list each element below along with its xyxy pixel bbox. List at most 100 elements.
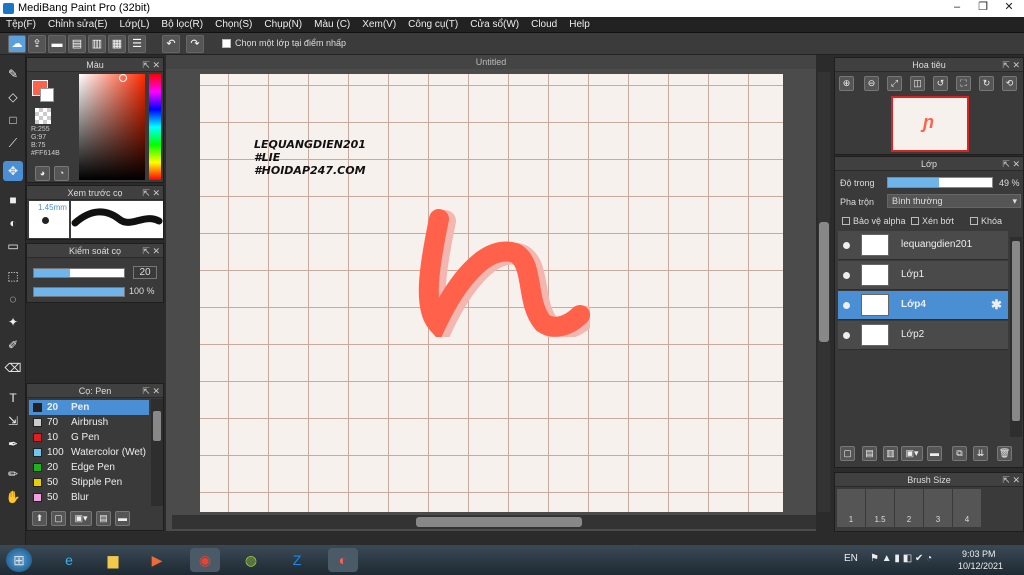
navigator-thumbnail[interactable]: ɲ <box>891 96 969 152</box>
layer-settings-gear-icon[interactable]: ✱ <box>991 297 1002 313</box>
fit-window-icon[interactable]: ⛶ <box>956 76 971 91</box>
select-layer-checkbox[interactable] <box>222 39 231 48</box>
brush-item-edge-pen[interactable]: 20 Edge Pen <box>29 460 149 475</box>
layer-row-selected[interactable]: Lớp4 ✱ <box>838 291 1008 320</box>
pen-icon[interactable]: ✏ <box>3 464 23 484</box>
dot-tool-icon[interactable]: ⟋ <box>3 133 23 153</box>
actual-size-icon[interactable]: ◫ <box>910 76 925 91</box>
new-halftone-layer-icon[interactable]: ▥ <box>883 446 898 461</box>
coccoc-icon[interactable]: ◍ <box>236 548 266 572</box>
comment-icon[interactable]: ▬ <box>48 35 66 53</box>
menu-help[interactable]: Help <box>563 17 596 32</box>
panel-popout-icon[interactable]: ⇱ ✕ <box>1002 473 1020 487</box>
page-icon[interactable]: ▤ <box>68 35 86 53</box>
visibility-eye-icon[interactable] <box>843 242 850 249</box>
brush-item-watercolor[interactable]: 100 Watercolor (Wet) <box>29 445 149 460</box>
add-brush-icon[interactable]: ⬆ <box>32 511 47 526</box>
brush-item-stipple-pen[interactable]: 50 Stipple Pen <box>29 475 149 490</box>
blend-mode-select[interactable]: Bình thường ▾ <box>887 194 1021 208</box>
menu-view[interactable]: Xem(V) <box>356 17 402 32</box>
select-pen-icon[interactable]: ✐ <box>3 335 23 355</box>
picker-cursor[interactable] <box>119 74 127 82</box>
menu-color[interactable]: Màu (C) <box>308 17 356 32</box>
canvas-vertical-scrollbar[interactable] <box>818 72 830 512</box>
text-tool-icon[interactable]: T <box>3 388 23 408</box>
canvas-tab-title[interactable]: Untitled <box>166 55 816 69</box>
fill-rect-tool-icon[interactable]: ■ <box>3 190 23 210</box>
language-indicator[interactable]: EN <box>844 553 858 564</box>
menu-window[interactable]: Cửa sổ(W) <box>464 17 525 32</box>
fit-icon[interactable]: ⤢ <box>887 76 902 91</box>
transparent-swatch[interactable] <box>35 108 51 124</box>
menu-file[interactable]: Tệp(F) <box>0 17 42 32</box>
clipping-checkbox[interactable] <box>911 217 919 225</box>
layer-list-scrollbar[interactable] <box>1010 237 1022 437</box>
brush-size-option[interactable]: 2 <box>895 489 923 527</box>
brush-item-airbrush[interactable]: 70 Airbrush <box>29 415 149 430</box>
brush-item-pen[interactable]: 20 Pen <box>29 400 149 415</box>
zoom-out-icon[interactable]: ⊖ <box>864 76 879 91</box>
grid-icon[interactable]: ▦ <box>108 35 126 53</box>
cloud-icon[interactable]: ☁ <box>8 35 26 53</box>
visibility-eye-icon[interactable] <box>843 332 850 339</box>
chrome-icon[interactable]: ◉ <box>190 548 220 572</box>
media-player-icon[interactable]: ▶ <box>142 548 172 572</box>
brush-folder-icon[interactable]: ▬ <box>115 511 130 526</box>
brush-size-option[interactable]: 3 <box>924 489 952 527</box>
menu-capture[interactable]: Chụp(N) <box>258 17 308 32</box>
zalo-icon[interactable]: Z <box>282 548 312 572</box>
eraser-tool-icon[interactable]: ◇ <box>3 87 23 107</box>
document-icon[interactable]: ▥ <box>88 35 106 53</box>
brush-width-value[interactable]: 20 <box>133 266 157 279</box>
redo-icon[interactable]: ↷ <box>186 35 204 53</box>
close-button[interactable]: ✕ <box>998 0 1020 15</box>
new-folder-icon[interactable]: ▬ <box>927 446 942 461</box>
panel-popout-icon[interactable]: ⇱ ✕ <box>1002 58 1020 72</box>
rotate-right-icon[interactable]: ↻ <box>979 76 994 91</box>
brush-size-option[interactable]: 4 <box>953 489 981 527</box>
saturation-value-picker[interactable] <box>79 74 145 180</box>
layer-row[interactable]: Lớp2 <box>838 321 1008 350</box>
panel-popout-icon[interactable]: ⇱ ✕ <box>1002 157 1020 171</box>
medibang-icon[interactable]: ◐ <box>328 548 358 572</box>
panel-popout-icon[interactable]: ⇱ ✕ <box>142 244 160 258</box>
brush-tool-icon[interactable]: ✎ <box>3 64 23 84</box>
new-layer-menu-icon[interactable]: ▣▾ <box>901 446 923 461</box>
layer-opacity-slider[interactable] <box>887 177 993 188</box>
clock-date[interactable]: 10/12/2021 <box>958 561 1003 571</box>
visibility-eye-icon[interactable] <box>843 302 850 309</box>
minimize-button[interactable]: – <box>946 0 968 15</box>
rotate-left-icon[interactable]: ↺ <box>933 76 948 91</box>
rectangle-tool-icon[interactable]: □ <box>3 110 23 130</box>
brush-size-option[interactable]: 1 <box>837 489 865 527</box>
palette-swap-icon[interactable]: ◔ <box>54 166 69 181</box>
duplicate-layer-icon[interactable]: ⧉ <box>952 446 967 461</box>
panel-popout-icon[interactable]: ⇱ ✕ <box>142 384 160 398</box>
canvas-horizontal-scrollbar[interactable] <box>172 515 816 529</box>
protect-alpha-checkbox[interactable] <box>842 217 850 225</box>
panel-popout-icon[interactable]: ⇱ ✕ <box>142 58 160 72</box>
brush-copy-icon[interactable]: ▤ <box>96 511 111 526</box>
start-button-icon[interactable]: ⊞ <box>6 548 32 572</box>
brush-width-slider[interactable] <box>33 268 125 278</box>
select-tool-icon[interactable]: ⬚ <box>3 266 23 286</box>
visibility-eye-icon[interactable] <box>843 272 850 279</box>
background-color-swatch[interactable] <box>40 88 54 102</box>
lock-checkbox[interactable] <box>970 217 978 225</box>
bucket-tool-icon[interactable]: ◐ <box>3 213 23 233</box>
new-layer-icon[interactable]: ▢ <box>840 446 855 461</box>
brush-opacity-slider[interactable] <box>33 287 125 297</box>
new-raster-layer-icon[interactable]: ▤ <box>862 446 877 461</box>
eyedropper-icon[interactable]: ✒ <box>3 434 23 454</box>
palette-add-icon[interactable]: ◕ <box>35 166 50 181</box>
brush-item-blur[interactable]: 50 Blur <box>29 490 149 505</box>
maximize-button[interactable]: ❐ <box>972 0 994 15</box>
magic-wand-icon[interactable]: ✦ <box>3 312 23 332</box>
lasso-tool-icon[interactable]: ◌ <box>3 289 23 309</box>
operation-tool-icon[interactable]: ⇲ <box>3 411 23 431</box>
hand-tool-icon[interactable]: ✋ <box>3 487 23 507</box>
brush-list-scrollbar[interactable] <box>151 399 163 506</box>
list-icon[interactable]: ☰ <box>128 35 146 53</box>
file-explorer-icon[interactable]: ▆ <box>98 548 128 572</box>
merge-down-icon[interactable]: ⇊ <box>973 446 988 461</box>
